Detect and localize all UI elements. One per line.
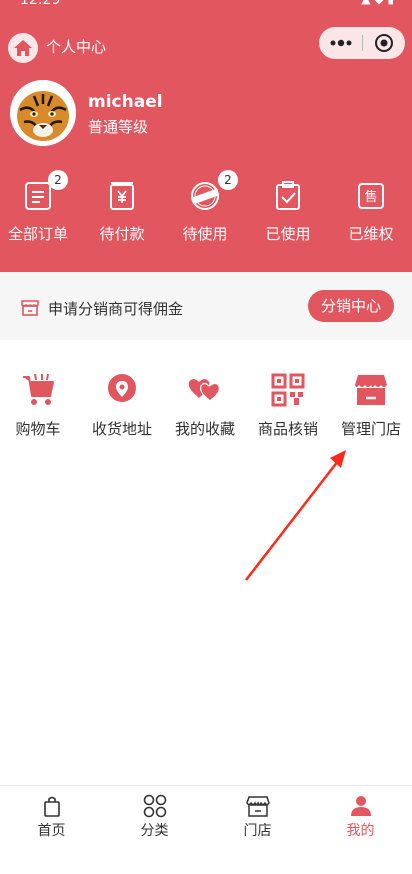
status-bar: 12:29 ▲ ◆ ▮ (0, 0, 412, 8)
status-icons: ▲ ◆ ▮ (361, 0, 394, 6)
yen-doc-icon (107, 180, 137, 212)
clipboard-check-icon (273, 180, 303, 212)
tab-mine-label: 我的 (346, 823, 375, 839)
grid-icon (143, 794, 167, 818)
order-all-label: 全部订单 (7, 225, 68, 243)
tool-manage-store[interactable]: 管理门店 (330, 362, 412, 442)
order-refund[interactable]: 售 已维权 (330, 170, 412, 250)
svg-text:售: 售 (364, 189, 377, 205)
order-to-use[interactable]: 2 待使用 (164, 170, 246, 250)
tab-category[interactable]: 分类 (103, 786, 206, 846)
tab-store[interactable]: 门店 (206, 786, 309, 846)
user-level: 普通等级 (88, 118, 149, 136)
status-time: 12:29 (20, 0, 61, 8)
home-icon[interactable] (8, 33, 38, 63)
store-icon (246, 794, 270, 818)
tool-cart-label: 购物车 (15, 420, 61, 438)
tool-address-label: 收货地址 (91, 420, 152, 438)
qr-code-icon (270, 372, 306, 408)
bottom-tab-bar: 首页 分类 门店 我的 (0, 785, 412, 874)
mini-program-capsule (319, 27, 405, 59)
storefront-icon (353, 372, 389, 408)
tool-favorites[interactable]: 我的收藏 (164, 362, 246, 442)
distribution-center-button[interactable]: 分销中心 (308, 290, 394, 322)
tab-home[interactable]: 首页 (0, 786, 103, 846)
tool-manage-store-label: 管理门店 (340, 420, 401, 438)
shopping-bag-icon (40, 794, 64, 818)
tool-verify[interactable]: 商品核销 (247, 362, 329, 442)
tab-store-label: 门店 (243, 823, 272, 839)
distributor-promo: 申请分销商可得佣金 分销中心 (0, 272, 412, 340)
order-unpaid-label: 待付款 (99, 225, 145, 243)
to-use-count-badge: 2 (218, 170, 238, 190)
order-refund-label: 已维权 (348, 225, 394, 243)
tab-category-label: 分类 (140, 823, 169, 839)
tab-mine[interactable]: 我的 (309, 786, 412, 846)
record-icon[interactable] (363, 27, 405, 59)
hearts-icon (187, 372, 223, 408)
order-to-use-label: 待使用 (182, 225, 228, 243)
user-icon (349, 794, 373, 818)
tool-favorites-label: 我的收藏 (174, 420, 235, 438)
promo-text: 申请分销商可得佣金 (48, 300, 184, 318)
stamp-icon (190, 180, 220, 212)
cart-icon (20, 372, 56, 408)
avatar[interactable] (10, 80, 76, 146)
tab-home-label: 首页 (37, 823, 66, 839)
user-name: michael (88, 92, 163, 112)
location-pin-icon (104, 372, 140, 408)
shop-icon (20, 297, 40, 317)
order-all[interactable]: 2 全部订单 (0, 170, 79, 250)
order-unpaid[interactable]: 待付款 (81, 170, 163, 250)
more-dots-icon[interactable] (319, 27, 362, 59)
tool-address[interactable]: 收货地址 (81, 362, 163, 442)
order-used[interactable]: 已使用 (247, 170, 329, 250)
profile-header: 12:29 ▲ ◆ ▮ 个人中心 (0, 0, 412, 272)
order-used-label: 已使用 (265, 225, 311, 243)
tool-verify-label: 商品核销 (257, 420, 318, 438)
after-sale-icon: 售 (356, 180, 386, 212)
tool-cart[interactable]: 购物车 (0, 362, 79, 442)
order-count-badge: 2 (48, 170, 68, 190)
page-title: 个人中心 (46, 38, 107, 56)
